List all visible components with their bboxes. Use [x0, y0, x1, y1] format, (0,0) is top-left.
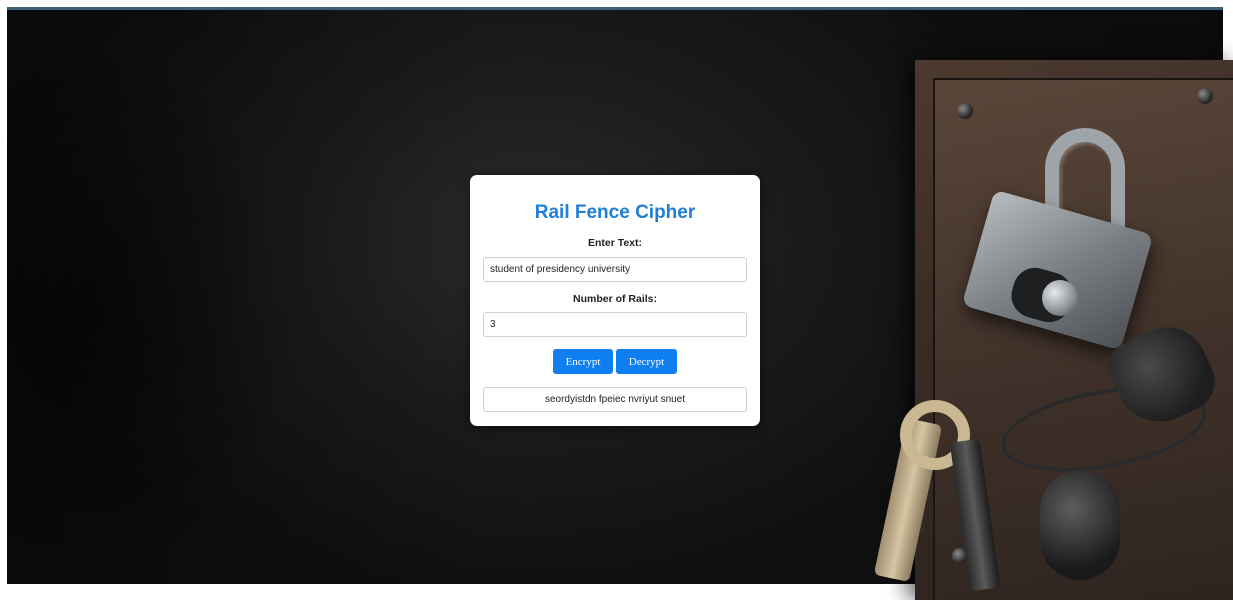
- rivet-icon: [957, 103, 973, 119]
- text-input[interactable]: [483, 257, 747, 282]
- cipher-card: Rail Fence Cipher Enter Text: Number of …: [470, 175, 760, 426]
- dark-key-handle-icon: [1040, 470, 1120, 580]
- rivet-icon: [1197, 88, 1213, 104]
- enter-text-label: Enter Text:: [587, 237, 643, 249]
- encrypt-button[interactable]: Encrypt: [553, 349, 613, 374]
- rails-input[interactable]: [483, 312, 747, 337]
- rails-label: Number of Rails:: [572, 293, 657, 305]
- result-output: seordyistdn fpeiec nvriyut snuet: [483, 387, 747, 412]
- decrypt-button[interactable]: Decrypt: [616, 349, 677, 374]
- browser-viewport: Rail Fence Cipher Enter Text: Number of …: [0, 0, 1233, 600]
- page-title: Rail Fence Cipher: [534, 202, 696, 223]
- padlock-knob-icon: [1042, 280, 1078, 316]
